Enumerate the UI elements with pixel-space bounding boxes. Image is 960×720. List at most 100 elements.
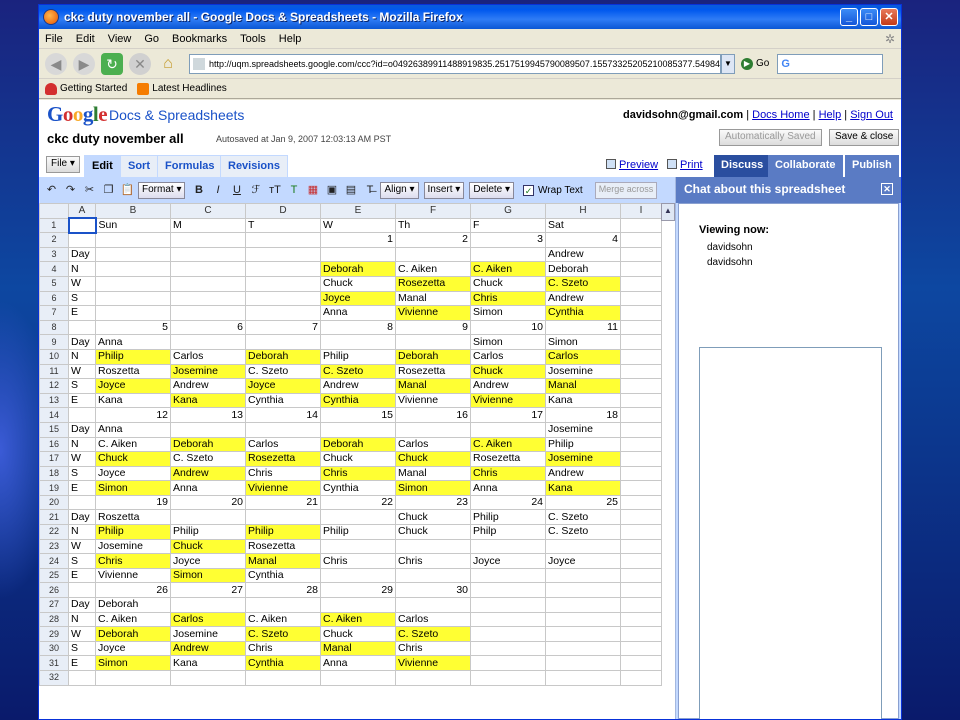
cell[interactable] <box>470 670 546 686</box>
row-header[interactable]: 3 <box>39 246 69 263</box>
save-close-button[interactable]: Save & close <box>829 129 900 146</box>
cell[interactable]: 16 <box>395 407 471 423</box>
cell[interactable]: Philip <box>320 348 396 365</box>
cell[interactable]: 11 <box>545 319 621 336</box>
chat-message-area[interactable] <box>699 347 882 719</box>
row-header[interactable]: 7 <box>39 305 69 321</box>
cell[interactable] <box>170 421 246 438</box>
column-header[interactable]: H <box>545 203 621 219</box>
cell[interactable]: 17 <box>470 407 546 423</box>
cell[interactable] <box>245 597 321 613</box>
cell[interactable]: Philip <box>470 509 546 526</box>
cell[interactable]: 6 <box>170 319 246 336</box>
cell[interactable] <box>68 407 96 423</box>
cell[interactable]: Joyce <box>545 553 621 569</box>
cell[interactable]: 29 <box>320 582 396 599</box>
row-header[interactable]: 5 <box>39 275 69 292</box>
cell[interactable]: Simon <box>95 480 171 496</box>
cell[interactable]: Vivienne <box>395 305 471 321</box>
cell[interactable]: Chuck <box>470 363 546 380</box>
cell[interactable]: E <box>68 305 96 321</box>
cell[interactable] <box>545 655 621 671</box>
cell[interactable] <box>620 524 662 540</box>
cell[interactable] <box>620 290 662 307</box>
tab-formulas[interactable]: Formulas <box>157 155 223 177</box>
cell[interactable]: E <box>68 655 96 671</box>
cell[interactable] <box>470 567 546 584</box>
italic-icon[interactable]: I <box>209 182 226 199</box>
cell[interactable]: Philip <box>320 524 396 540</box>
cell[interactable]: Deborah <box>170 436 246 453</box>
help-link[interactable]: Help <box>819 109 842 121</box>
cell[interactable]: C. Szeto <box>545 509 621 526</box>
cell[interactable]: Joyce <box>245 378 321 394</box>
font-size-icon[interactable]: ᴛT <box>266 182 283 199</box>
cell[interactable]: 1 <box>320 232 396 248</box>
cell[interactable] <box>245 290 321 307</box>
cell[interactable]: Joyce <box>95 465 171 482</box>
cell[interactable]: S <box>68 553 96 569</box>
cell[interactable]: Kana <box>170 655 246 671</box>
cell[interactable] <box>245 246 321 263</box>
borders-icon[interactable]: ▣ <box>323 182 340 199</box>
cell[interactable]: Anna <box>320 305 396 321</box>
menu-bookmarks[interactable]: Bookmarks <box>172 33 227 45</box>
cell[interactable]: N <box>68 261 96 277</box>
cell[interactable]: C. Aiken <box>95 611 171 628</box>
cell[interactable] <box>95 290 171 307</box>
cell[interactable]: M <box>170 217 246 234</box>
cell[interactable] <box>620 363 662 380</box>
back-arrow-icon[interactable]: ◀ <box>45 52 67 75</box>
cell[interactable]: 19 <box>95 494 171 511</box>
cell[interactable]: Deborah <box>95 626 171 642</box>
cell[interactable] <box>545 640 621 657</box>
cell[interactable]: Chris <box>470 465 546 482</box>
cell[interactable] <box>170 246 246 263</box>
cell[interactable]: Simon <box>545 334 621 350</box>
cell[interactable] <box>245 421 321 438</box>
cell[interactable] <box>470 626 546 642</box>
cell[interactable]: Chris <box>245 465 321 482</box>
redo-icon[interactable]: ↷ <box>62 182 79 199</box>
print-link[interactable]: Print <box>667 159 703 171</box>
row-header[interactable]: 29 <box>39 626 69 642</box>
cell[interactable]: 22 <box>320 494 396 511</box>
cell[interactable]: Andrew <box>170 465 246 482</box>
cell[interactable]: Deborah <box>320 436 396 453</box>
cell[interactable] <box>470 246 546 263</box>
cell[interactable] <box>470 597 546 613</box>
menu-view[interactable]: View <box>108 33 132 45</box>
menu-edit[interactable]: Edit <box>76 33 95 45</box>
row-header[interactable]: 26 <box>39 582 69 599</box>
delete-dropdown[interactable]: Delete ▾ <box>469 181 515 199</box>
cell[interactable] <box>620 640 662 657</box>
cell[interactable]: Sat <box>545 217 621 234</box>
menu-help[interactable]: Help <box>279 33 302 45</box>
cell[interactable]: N <box>68 348 96 365</box>
fill-color-icon[interactable]: ▦ <box>304 182 321 199</box>
underline-icon[interactable]: U <box>228 182 245 199</box>
cell[interactable]: Kana <box>95 392 171 409</box>
row-header[interactable]: 27 <box>39 597 69 613</box>
google-logo[interactable]: Google <box>47 102 108 127</box>
cell[interactable]: C. Szeto <box>170 451 246 467</box>
cell[interactable]: Carlos <box>395 611 471 628</box>
cell[interactable]: Deborah <box>320 261 396 277</box>
column-header[interactable]: A <box>68 203 96 219</box>
cell[interactable] <box>620 232 662 248</box>
cell[interactable] <box>320 567 396 584</box>
cell[interactable] <box>68 319 96 336</box>
cell[interactable] <box>545 567 621 584</box>
cell[interactable] <box>620 261 662 277</box>
cell[interactable]: Simon <box>95 655 171 671</box>
align-dropdown[interactable]: Align ▾ <box>380 181 419 199</box>
cell[interactable]: Chuck <box>470 275 546 292</box>
cell[interactable]: Joyce <box>95 640 171 657</box>
cell[interactable]: W <box>68 451 96 467</box>
cell[interactable] <box>245 509 321 526</box>
row-header[interactable]: 1 <box>39 217 69 234</box>
cell[interactable]: Sun <box>95 217 171 234</box>
cell[interactable]: Deborah <box>95 597 171 613</box>
cell[interactable]: N <box>68 524 96 540</box>
cell[interactable]: 24 <box>470 494 546 511</box>
